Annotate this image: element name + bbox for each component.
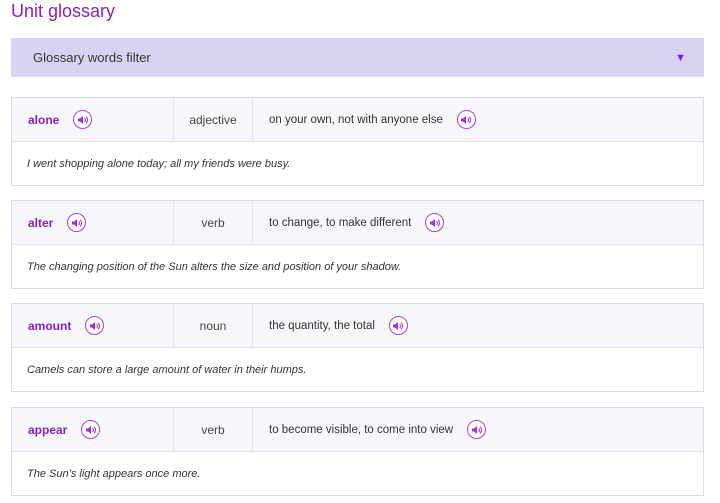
definition-cell: the quantity, the total — [253, 304, 703, 347]
entry-header-row: alter verb to change, to make different — [12, 201, 703, 245]
glossary-entry-alone: alone adjective on your own, not with an… — [11, 97, 704, 186]
definition-text: to change, to make different — [269, 216, 412, 229]
entry-header-row: amount noun the quantity, the total — [12, 304, 703, 348]
part-of-speech: verb — [174, 201, 253, 244]
part-of-speech: noun — [174, 304, 253, 347]
glossary-word: alter — [28, 215, 54, 230]
definition-cell: on your own, not with anyone else — [253, 98, 703, 141]
part-of-speech: verb — [174, 408, 253, 451]
triangle-down-icon[interactable]: ▼ — [675, 52, 686, 64]
entry-header-row: alone adjective on your own, not with an… — [12, 98, 703, 142]
speaker-icon[interactable] — [388, 316, 408, 335]
speaker-icon[interactable] — [85, 316, 105, 335]
example-sentence: I went shopping alone today; all my frie… — [27, 158, 291, 170]
speaker-icon[interactable] — [73, 110, 93, 129]
example-sentence: The Sun’s light appears once more. — [27, 468, 201, 480]
speaker-icon[interactable] — [467, 420, 487, 439]
definition-cell: to change, to make different — [253, 201, 703, 244]
glossary-entry-amount: amount noun the quantity, the total Came… — [11, 303, 704, 392]
definition-text: to become visible, to come into view — [269, 423, 454, 436]
word-cell: alter — [12, 201, 174, 244]
example-sentence: The changing position of the Sun alters … — [27, 261, 402, 273]
glossary-word: alone — [28, 112, 60, 127]
word-cell: amount — [12, 304, 174, 347]
glossary-word: appear — [28, 422, 68, 437]
glossary-word: amount — [28, 318, 72, 333]
glossary-entry-alter: alter verb to change, to make different … — [11, 200, 704, 289]
speaker-icon[interactable] — [456, 110, 476, 129]
example-sentence: Camels can store a large amount of water… — [27, 364, 307, 376]
speaker-icon[interactable] — [81, 420, 101, 439]
glossary-filter-dropdown[interactable]: Glossary words filter ▼ — [11, 38, 704, 77]
speaker-icon[interactable] — [425, 213, 445, 232]
definition-text: the quantity, the total — [269, 319, 375, 332]
word-cell: appear — [12, 408, 174, 451]
word-cell: alone — [12, 98, 174, 141]
part-of-speech: adjective — [174, 98, 253, 141]
definition-text: on your own, not with anyone else — [269, 113, 443, 126]
glossary-entry-appear: appear verb to become visible, to come i… — [11, 407, 704, 496]
speaker-icon[interactable] — [67, 213, 87, 232]
definition-cell: to become visible, to come into view — [253, 408, 703, 451]
page-title: Unit glossary — [11, 1, 116, 21]
entry-header-row: appear verb to become visible, to come i… — [12, 408, 703, 452]
filter-label: Glossary words filter — [33, 50, 151, 65]
